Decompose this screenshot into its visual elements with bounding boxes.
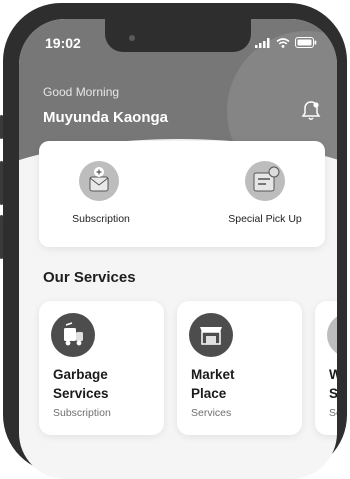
signal-icon [255,37,270,48]
section-title: Our Services [43,269,136,286]
service-subtitle: Subscription [53,407,111,419]
status-time: 19:02 [45,35,81,51]
status-icons [255,37,317,48]
service-title: W Se [329,367,337,401]
bell-icon[interactable] [299,99,323,123]
wifi-icon [276,37,290,48]
subscription-icon [79,161,119,201]
screen: 19:02 Good Morning Muyunda Kaonga Subscr… [19,19,337,479]
phone-frame: 19:02 Good Morning Muyunda Kaonga Subscr… [0,3,347,479]
subscription-option[interactable]: Subscription [41,141,161,247]
service-icon [327,313,337,357]
subscription-label: Subscription [72,213,130,225]
garbage-truck-icon [51,313,95,357]
quick-services-card: Subscription Special Pick Up [39,141,325,247]
service-subtitle: Services [191,407,232,419]
special-pickup-option[interactable]: Special Pick Up [205,141,325,247]
special-pickup-icon [245,161,285,201]
greeting-text: Good Morning [43,85,120,99]
service-title: Garbage Services [53,367,109,401]
service-card-market[interactable]: Market Place Services [177,301,302,435]
camera-dot [129,35,135,41]
market-stall-icon [189,313,233,357]
volume-down-button [0,215,3,259]
volume-up-button [0,161,3,205]
battery-icon [295,37,317,48]
special-pickup-label: Special Pick Up [228,213,302,225]
notch [105,19,251,52]
service-card-garbage[interactable]: Garbage Services Subscription [39,301,164,435]
mute-switch [0,115,3,139]
service-title: Market Place [191,367,235,401]
service-subtitle: Se [329,407,337,419]
user-name: Muyunda Kaonga [43,109,169,126]
service-card-partial[interactable]: W Se Se [315,301,337,435]
